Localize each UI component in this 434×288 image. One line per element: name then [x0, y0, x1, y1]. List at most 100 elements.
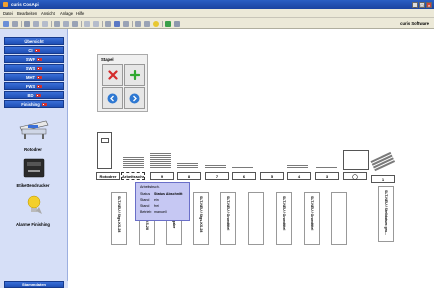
menu-bearbeiten[interactable]: Bearbeiten: [17, 11, 37, 16]
maximize-button[interactable]: □: [419, 1, 425, 8]
left-arrow-icon[interactable]: [105, 21, 111, 27]
sidebar: Übersicht CI SWF SWS MHT FWS BD Finishin…: [0, 29, 68, 288]
print-icon[interactable]: [24, 21, 30, 27]
channel-card[interactable]: [248, 192, 264, 245]
undo-icon[interactable]: [84, 21, 90, 27]
station-label-4[interactable]: 4: [287, 172, 311, 180]
window-title: curis CosApi: [11, 2, 39, 7]
stack-9: [150, 153, 171, 169]
add-icon: [129, 70, 140, 80]
sidebar-button-ci[interactable]: CI: [4, 46, 64, 54]
station-2-status-icon: [352, 173, 358, 180]
stammdaten-button[interactable]: Stammdaten: [4, 281, 64, 288]
end-icon[interactable]: [144, 21, 150, 27]
station-label-arbeitsschr[interactable]: Arbeitsschr.: [121, 172, 145, 180]
sidebar-button-bd[interactable]: BD: [4, 91, 64, 99]
forward-icon[interactable]: [135, 21, 141, 27]
sidebar-button-uebersicht[interactable]: Übersicht: [4, 37, 64, 45]
station-label-6[interactable]: 6: [232, 172, 256, 180]
stack-7: [205, 165, 226, 169]
stack-4: [287, 165, 308, 169]
arrow-right-circle-icon: [129, 93, 140, 103]
station-label-5[interactable]: 5: [260, 172, 284, 180]
device-label-etikettendrucker: Etikettendrucker: [16, 183, 50, 188]
station-info-popup: Arbeitsbsch. Status Status Abschnitt Stan…: [135, 182, 190, 221]
copy-icon[interactable]: [63, 21, 69, 27]
rotodrer-icon[interactable]: [18, 119, 50, 141]
station-label-3[interactable]: 3: [315, 172, 339, 180]
menu-datei[interactable]: Datei: [3, 11, 13, 16]
stack-arbeitsschr: [123, 157, 144, 169]
status-flag-icon: [37, 75, 43, 79]
preview-icon[interactable]: [42, 21, 48, 27]
stapel-panel: Stapel: [97, 54, 148, 112]
station-label-9[interactable]: 9: [150, 172, 174, 180]
stack-1-tilted: [370, 151, 396, 172]
status-flag-icon: [37, 57, 43, 61]
arrow-left-circle-icon: [107, 93, 118, 103]
status-flag-icon: [37, 84, 43, 88]
status-flag-icon: [35, 93, 41, 97]
delete-icon: [107, 70, 118, 80]
right-arrow-icon[interactable]: [123, 21, 129, 27]
open-icon[interactable]: [12, 21, 18, 27]
toolbar: curis Software: [0, 18, 434, 29]
rotodrer-feeder[interactable]: [97, 132, 112, 169]
sidebar-button-mht[interactable]: MHT: [4, 73, 64, 81]
stapel-title: Stapel: [101, 57, 114, 62]
channel-card[interactable]: SLT-NEU / Stelldatum gro...: [378, 186, 394, 242]
channel-card[interactable]: SLT-NEU / Stgs-KS-28: [193, 192, 209, 245]
sidebar-button-finishing[interactable]: Finishing: [4, 100, 64, 108]
popup-row: Betrieb manuell: [140, 210, 167, 214]
minimize-button[interactable]: _: [412, 1, 418, 8]
device-label-rotodrer: Rotodrer: [24, 147, 42, 152]
device-label-alarme: Alarme Finishing: [16, 222, 50, 227]
station-label-8[interactable]: 8: [177, 172, 201, 180]
menu-hilfe[interactable]: Hilfe: [76, 11, 84, 16]
stack-8: [177, 163, 198, 169]
sidebar-button-sws[interactable]: SWS: [4, 64, 64, 72]
down-arrow-icon[interactable]: [114, 21, 120, 27]
status-flag-icon: [34, 48, 40, 52]
grid-icon[interactable]: [165, 21, 171, 27]
cut-icon[interactable]: [54, 21, 60, 27]
close-button[interactable]: ×: [426, 1, 432, 8]
lightbulb-alarm-icon[interactable]: [24, 194, 44, 216]
save-icon[interactable]: [33, 21, 39, 27]
move-left-button[interactable]: [102, 87, 123, 109]
station-label-7[interactable]: 7: [205, 172, 229, 180]
station-2-box[interactable]: [343, 150, 369, 170]
menu-anlage[interactable]: Anlage: [60, 11, 73, 16]
brand-label: curis Software: [400, 21, 429, 26]
channel-card[interactable]: [331, 192, 347, 245]
station-label-2[interactable]: [343, 172, 367, 180]
popup-row: Stand ein: [140, 198, 159, 202]
move-right-button[interactable]: [124, 87, 145, 109]
channel-card[interactable]: SLT-NEU / Grundtitel: [220, 192, 236, 245]
menu-ansicht[interactable]: Ansicht: [41, 11, 55, 16]
channel-card[interactable]: SLT-NEU / Stgs-KS-28: [111, 192, 127, 245]
station-label-1[interactable]: 1: [371, 175, 395, 183]
channel-card[interactable]: SLT-NEU / Grundtitel: [304, 192, 320, 245]
status-flag-icon: [41, 102, 47, 106]
popup-row: Stand frei: [140, 204, 159, 208]
printer-icon[interactable]: [22, 157, 46, 179]
stack-3: [316, 167, 337, 169]
popup-row: Status Status Abschnitt: [140, 192, 183, 196]
lightbulb-icon[interactable]: [153, 21, 159, 27]
help-icon[interactable]: [174, 21, 180, 27]
redo-icon[interactable]: [93, 21, 99, 27]
stack-6: [232, 167, 253, 169]
add-button[interactable]: [124, 64, 145, 86]
status-flag-icon: [37, 66, 43, 70]
sidebar-button-fws[interactable]: FWS: [4, 82, 64, 90]
title-bar: curis CosApi _ □ ×: [0, 0, 434, 9]
station-label-rotodrer[interactable]: Rotodrer: [96, 172, 120, 180]
paste-icon[interactable]: [72, 21, 78, 27]
popup-title: Arbeitsbsch.: [140, 185, 160, 189]
menu-bar: Datei Bearbeiten Ansicht Anlage Hilfe: [0, 9, 434, 18]
delete-button[interactable]: [102, 64, 123, 86]
sidebar-button-swf[interactable]: SWF: [4, 55, 64, 63]
channel-card[interactable]: SLT-NEU / Grundtitel: [276, 192, 292, 245]
new-icon[interactable]: [3, 21, 9, 27]
